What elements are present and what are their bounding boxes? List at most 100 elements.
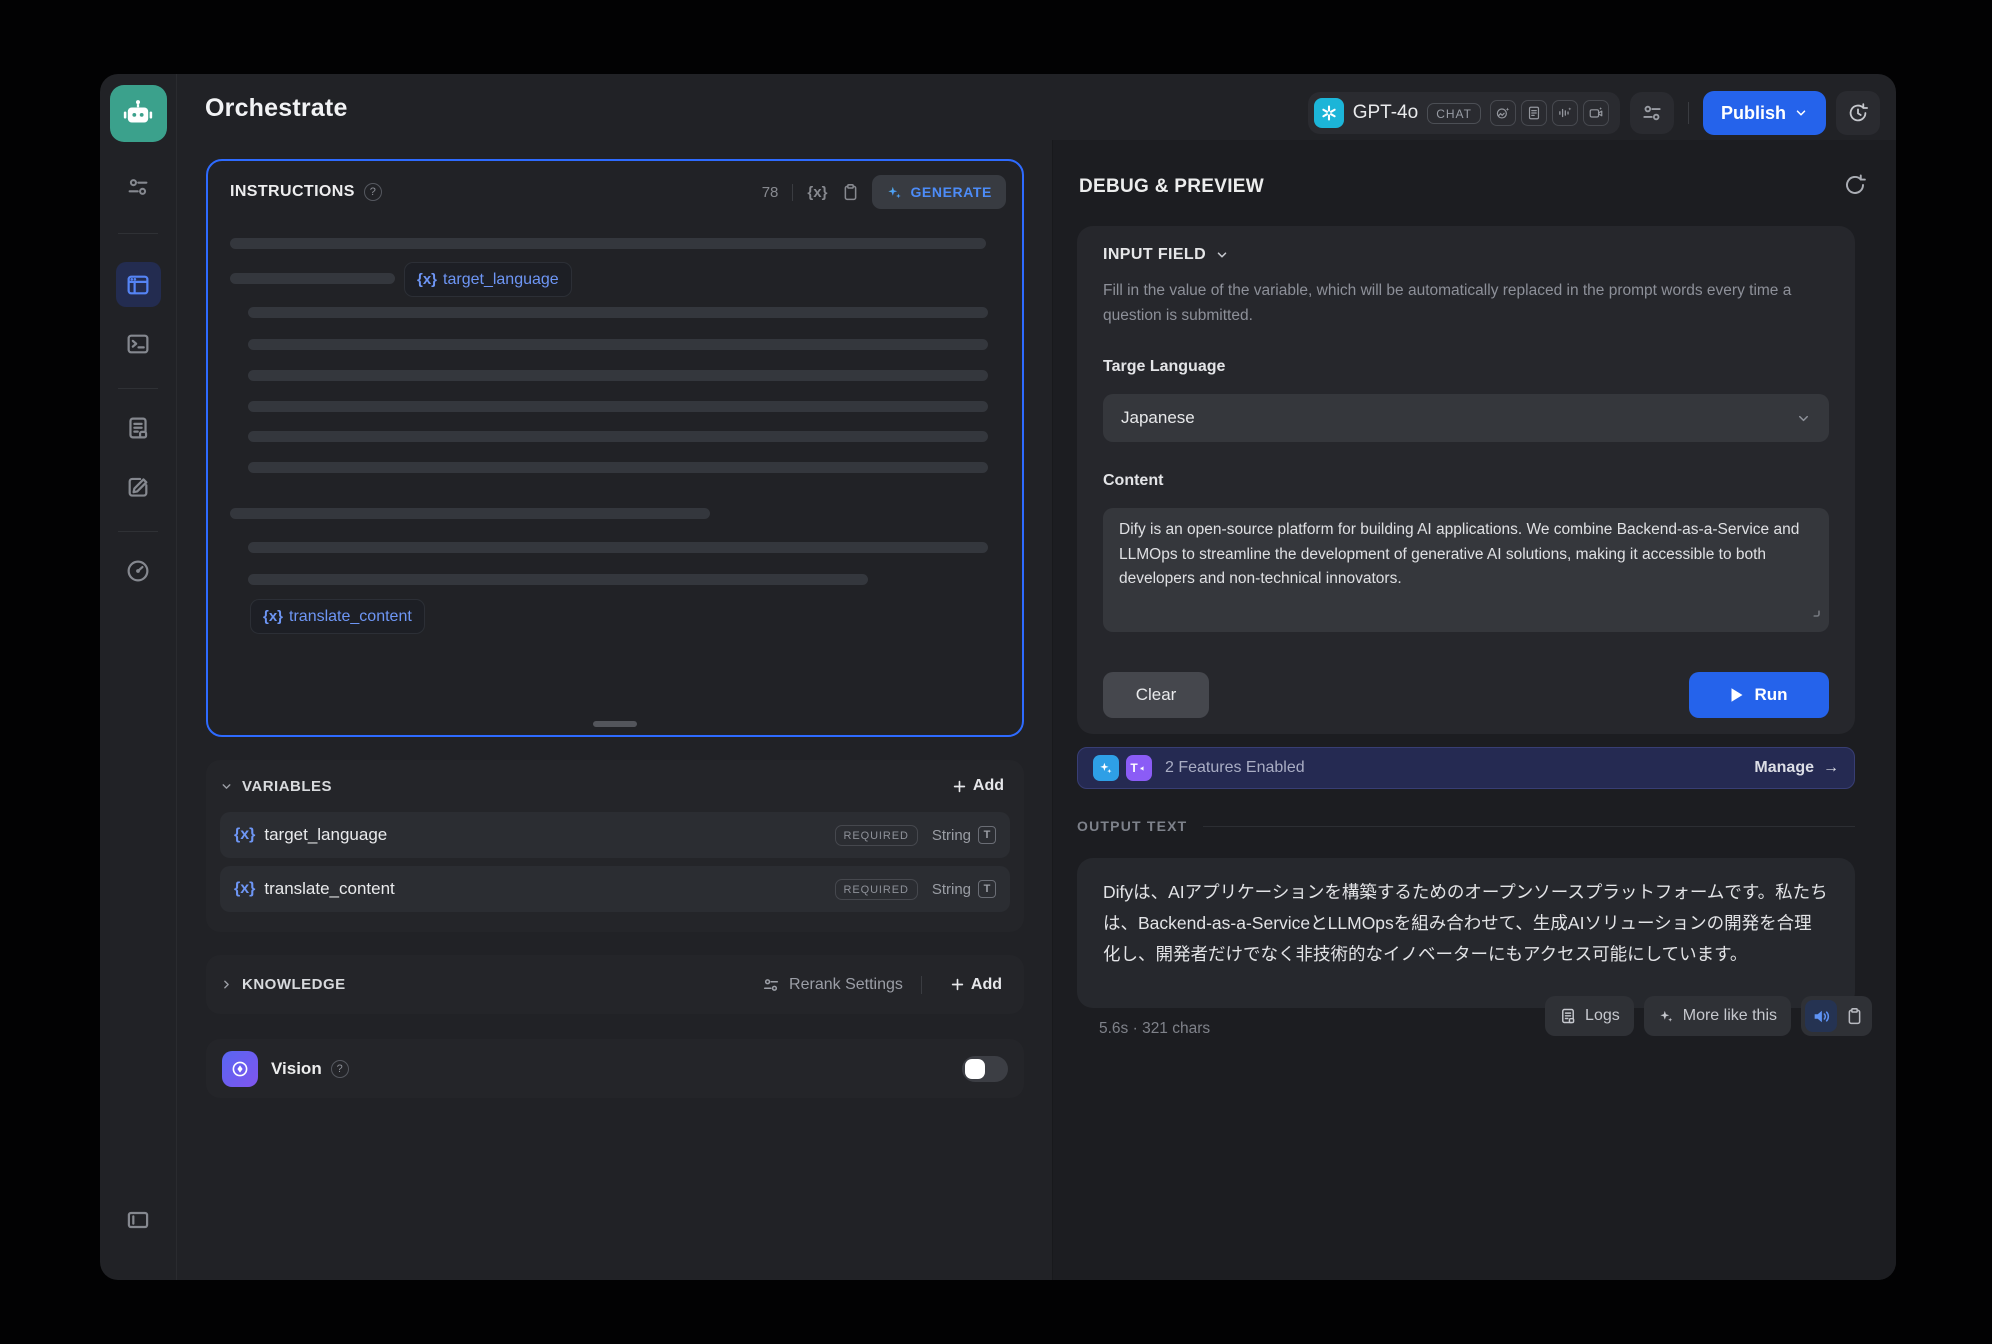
openai-logo [1314, 98, 1344, 128]
variable-prefix: {x} [417, 271, 437, 288]
variables-section: VARIABLES Add {x} target_language REQUIR… [206, 760, 1024, 932]
history-icon [1846, 101, 1870, 125]
required-badge: REQUIRED [835, 879, 918, 900]
resize-grip-icon[interactable] [1809, 602, 1821, 627]
header-divider [792, 184, 793, 201]
instructions-title: INSTRUCTIONS [230, 183, 355, 201]
add-label: Add [971, 976, 1002, 994]
sliders-icon [762, 976, 780, 994]
selected-language: Japanese [1121, 408, 1195, 428]
history-button[interactable] [1836, 91, 1880, 135]
edit-icon [125, 474, 151, 500]
content-textarea[interactable]: Dify is an open-source platform for buil… [1103, 508, 1829, 632]
tts-letter: T [1130, 761, 1137, 775]
chevron-down-icon [1796, 411, 1811, 426]
help-icon[interactable]: ? [364, 183, 382, 201]
chevron-down-icon [220, 780, 233, 793]
resize-handle[interactable] [593, 721, 637, 727]
manage-features-button[interactable]: Manage → [1754, 759, 1839, 777]
sliders-icon [126, 175, 150, 199]
variable-prefix: {x} [234, 826, 255, 844]
clear-button[interactable]: Clear [1103, 672, 1209, 718]
variable-name: target_language [264, 825, 387, 845]
model-mode-badge: CHAT [1427, 103, 1481, 124]
sidebar-item-orchestrate[interactable] [116, 262, 161, 307]
run-button[interactable]: Run [1689, 672, 1829, 718]
app-logo[interactable] [110, 85, 167, 142]
variable-chip-target-language[interactable]: {x} target_language [404, 262, 572, 297]
sidebar-item-settings[interactable] [116, 164, 161, 209]
model-selector[interactable]: GPT-4o CHAT [1308, 92, 1620, 134]
sidebar-item-monitoring[interactable] [116, 548, 161, 593]
plus-icon [950, 977, 965, 992]
vision-toggle[interactable] [962, 1056, 1008, 1082]
sparkle-icon [886, 184, 903, 201]
variable-prefix: {x} [234, 880, 255, 898]
app-window: Orchestrate GPT-4o CHAT [100, 74, 1896, 1280]
gauge-icon [125, 558, 151, 584]
clipboard-icon [841, 183, 860, 202]
skeleton-line [248, 542, 988, 553]
variable-row-translate-content[interactable]: {x} translate_content REQUIRED String T [220, 866, 1010, 912]
more-like-this-button[interactable]: More like this [1644, 996, 1791, 1036]
content-value: Dify is an open-source platform for buil… [1119, 521, 1799, 587]
insert-variable-button[interactable]: {x} [807, 184, 827, 201]
video-capability-icon [1583, 100, 1609, 126]
help-icon[interactable]: ? [331, 1060, 349, 1078]
copy-button[interactable] [841, 183, 860, 202]
output-text: Difyは、AIアプリケーションを構築するためのオープンソースプラットフォームで… [1103, 882, 1828, 964]
input-field-card: INPUT FIELD Fill in the value of the var… [1077, 226, 1855, 734]
logs-button[interactable]: Logs [1545, 996, 1634, 1036]
arrow-right-icon: → [1823, 759, 1839, 777]
required-badge: REQUIRED [835, 825, 918, 846]
variables-header[interactable]: VARIABLES Add [206, 760, 1024, 812]
add-knowledge-button[interactable]: Add [940, 970, 1012, 1000]
input-field-header[interactable]: INPUT FIELD [1103, 246, 1229, 264]
skeleton-line [230, 508, 710, 519]
sidebar-item-logs[interactable] [116, 405, 161, 450]
generate-feature-icon [1093, 755, 1119, 781]
model-parameters-button[interactable] [1630, 92, 1674, 134]
play-icon [1730, 687, 1744, 703]
sidebar-item-annotation[interactable] [116, 464, 161, 509]
input-field-title: INPUT FIELD [1103, 246, 1206, 264]
string-type-icon: T [978, 880, 996, 898]
rerank-settings-button[interactable]: Rerank Settings [762, 976, 903, 994]
target-language-select[interactable]: Japanese [1103, 394, 1829, 442]
features-enabled-text: 2 Features Enabled [1165, 759, 1305, 777]
generate-label: GENERATE [910, 184, 992, 200]
toggle-knob [965, 1059, 985, 1079]
reset-button[interactable] [1842, 172, 1868, 203]
debug-title: DEBUG & PREVIEW [1079, 176, 1264, 198]
vision-title: Vision [271, 1059, 322, 1079]
vision-icon [222, 1051, 258, 1087]
variables-title: VARIABLES [242, 778, 332, 795]
logs-icon [1559, 1007, 1577, 1025]
chevron-down-icon [1794, 106, 1808, 120]
publish-button[interactable]: Publish [1703, 91, 1826, 135]
chevron-right-icon[interactable] [220, 978, 233, 991]
more-like-this-label: More like this [1683, 1007, 1777, 1025]
variable-prefix: {x} [263, 608, 283, 625]
add-variable-button[interactable]: Add [942, 771, 1014, 801]
generate-button[interactable]: GENERATE [872, 175, 1006, 209]
robot-icon [121, 97, 155, 131]
output-card: Difyは、AIアプリケーションを構築するためのオープンソースプラットフォームで… [1077, 858, 1855, 1008]
skeleton-line [248, 431, 988, 442]
copy-output-button[interactable] [1845, 1007, 1864, 1026]
tts-feature-icon: T [1126, 755, 1152, 781]
collapse-sidebar-button[interactable] [116, 1197, 161, 1242]
image-capability-icon [1490, 100, 1516, 126]
variable-chip-translate-content[interactable]: {x} translate_content [250, 599, 425, 634]
features-bar[interactable]: T 2 Features Enabled Manage → [1077, 747, 1855, 789]
run-label: Run [1754, 685, 1787, 705]
plus-icon [952, 779, 967, 794]
char-count: 78 [762, 184, 779, 201]
divider-line [1203, 826, 1855, 827]
vision-section: Vision ? [206, 1039, 1024, 1098]
panel-collapse-icon [125, 1207, 151, 1233]
variable-row-target-language[interactable]: {x} target_language REQUIRED String T [220, 812, 1010, 858]
sidebar-item-terminal[interactable] [116, 321, 161, 366]
speaker-button[interactable] [1805, 1000, 1837, 1032]
logs-label: Logs [1585, 1007, 1620, 1025]
